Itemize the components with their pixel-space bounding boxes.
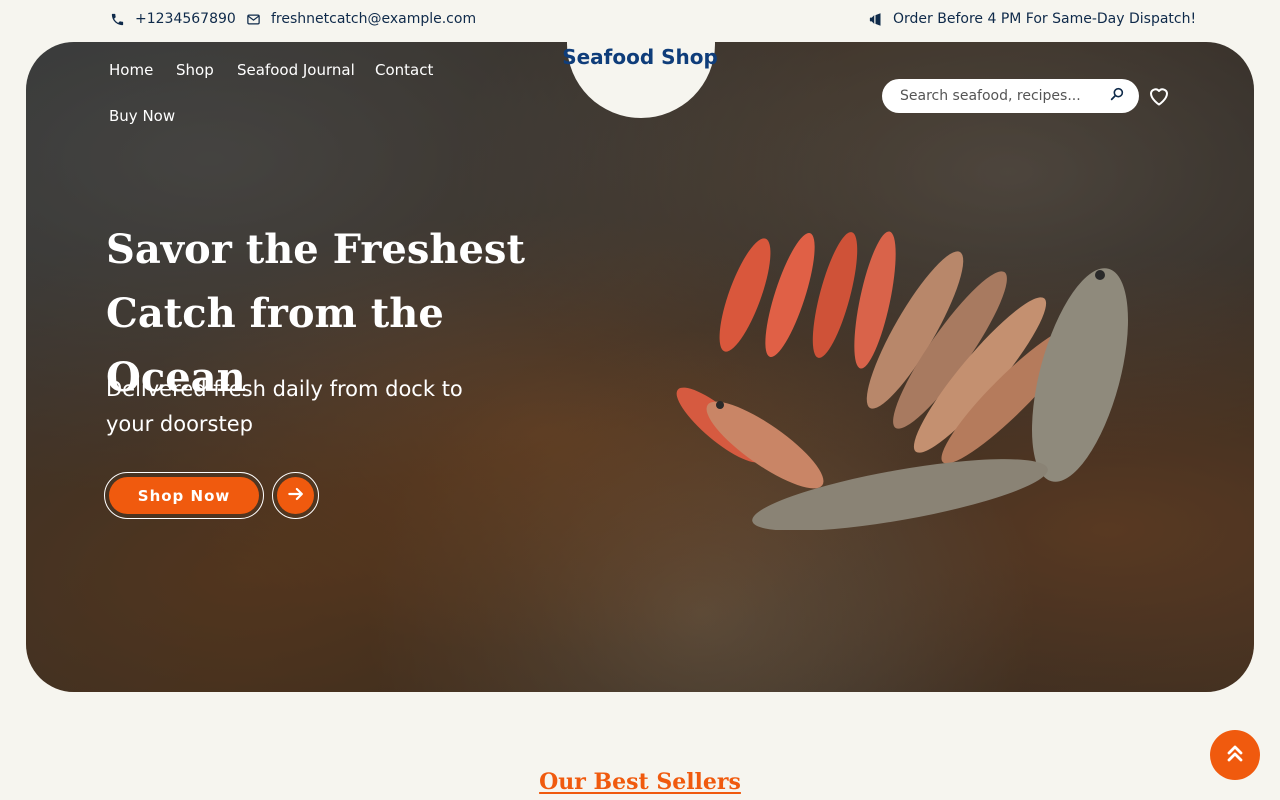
- arrow-right-button[interactable]: [277, 477, 314, 514]
- nav-buy-now[interactable]: Buy Now: [109, 107, 175, 125]
- search-input[interactable]: [898, 87, 1109, 105]
- site-title[interactable]: Seafood Shop: [0, 45, 1280, 69]
- hero-subheadline: Delivered fresh daily from dock to your …: [106, 377, 463, 436]
- fish-shapes: [676, 231, 1128, 530]
- email-address[interactable]: freshnetcatch@example.com: [271, 11, 476, 27]
- shop-now-button-ring: Shop Now: [104, 472, 264, 519]
- scroll-to-top-button[interactable]: [1210, 730, 1260, 780]
- promo-text: Order Before 4 PM For Same-Day Dispatch!: [893, 11, 1197, 27]
- fish-arrangement-image: [676, 231, 1128, 530]
- search-box[interactable]: [882, 79, 1139, 113]
- search-icon[interactable]: [1109, 86, 1125, 106]
- phone-contact[interactable]: +1234567890: [110, 11, 236, 27]
- phone-icon: [110, 12, 125, 27]
- heart-icon[interactable]: [1147, 84, 1171, 108]
- arrow-right-icon: [286, 484, 306, 508]
- top-info-bar: +1234567890 freshnetcatch@example.com Or…: [0, 0, 1280, 42]
- shop-now-button[interactable]: Shop Now: [109, 477, 259, 514]
- dispatch-promo: Order Before 4 PM For Same-Day Dispatch!: [868, 11, 1196, 27]
- megaphone-icon: [868, 12, 883, 27]
- arrow-button-ring: [272, 472, 319, 519]
- phone-number[interactable]: +1234567890: [135, 11, 236, 27]
- best-sellers-heading: Our Best Sellers: [539, 769, 741, 795]
- email-contact[interactable]: freshnetcatch@example.com: [246, 11, 476, 27]
- mail-icon: [246, 12, 261, 27]
- double-chevron-up-icon: [1223, 741, 1247, 769]
- hero-headline-line-1: Savor the Freshest: [106, 226, 525, 273]
